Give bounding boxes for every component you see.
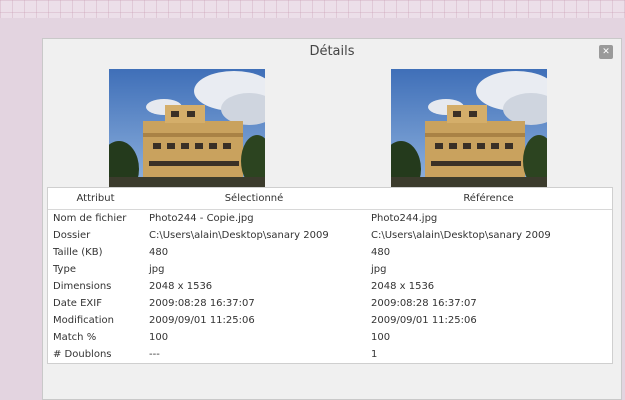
- selected-value-cell: Photo244 - Copie.jpg: [149, 213, 254, 224]
- selected-value-cell: 2048 x 1536: [149, 281, 213, 292]
- selected-photo-thumbnail: [109, 69, 265, 187]
- reference-value-cell: 480: [371, 247, 391, 258]
- table-row[interactable]: Match % 100 100: [48, 329, 612, 346]
- reference-value-cell: Photo244.jpg: [371, 213, 438, 224]
- reference-value-cell: 2048 x 1536: [371, 281, 435, 292]
- details-window: Détails ✕ Attribut Sélectionné Référence…: [42, 38, 622, 400]
- selected-value-cell: 2009/09/01 11:25:06: [149, 315, 255, 326]
- reference-value-cell: 100: [371, 332, 391, 343]
- reference-value-cell: 1: [371, 349, 378, 360]
- attribute-cell: Date EXIF: [53, 298, 102, 309]
- table-row[interactable]: Dossier C:\Users\alain\Desktop\sanary 20…: [48, 227, 612, 244]
- attribute-cell: # Doublons: [53, 349, 112, 360]
- selected-value-cell: 2009:08:28 16:37:07: [149, 298, 255, 309]
- attribute-cell: Nom de fichier: [53, 213, 127, 224]
- reference-value-cell: jpg: [371, 264, 387, 275]
- table-row[interactable]: Dimensions 2048 x 1536 2048 x 1536: [48, 278, 612, 295]
- attribute-cell: Type: [53, 264, 76, 275]
- table-row[interactable]: Modification 2009/09/01 11:25:06 2009/09…: [48, 312, 612, 329]
- selected-value-cell: C:\Users\alain\Desktop\sanary 2009: [149, 230, 329, 241]
- attribute-cell: Taille (KB): [53, 247, 103, 258]
- table-row[interactable]: # Doublons --- 1: [48, 346, 612, 363]
- column-header-selected[interactable]: Sélectionné: [143, 188, 365, 210]
- close-icon[interactable]: ✕: [599, 45, 613, 59]
- column-header-reference[interactable]: Référence: [365, 188, 612, 210]
- table-row[interactable]: Type jpg jpg: [48, 261, 612, 278]
- reference-value-cell: 2009/09/01 11:25:06: [371, 315, 477, 326]
- attribute-cell: Match %: [53, 332, 97, 343]
- attribute-cell: Modification: [53, 315, 114, 326]
- selected-value-cell: 100: [149, 332, 169, 343]
- table-row[interactable]: Date EXIF 2009:08:28 16:37:07 2009:08:28…: [48, 295, 612, 312]
- table-row[interactable]: Taille (KB) 480 480: [48, 244, 612, 261]
- selected-value-cell: jpg: [149, 264, 165, 275]
- window-title: Détails: [309, 44, 355, 59]
- selected-value-cell: ---: [149, 349, 160, 360]
- attribute-cell: Dimensions: [53, 281, 112, 292]
- attribute-cell: Dossier: [53, 230, 91, 241]
- table-header-row: Attribut Sélectionné Référence: [48, 188, 612, 210]
- reference-value-cell: C:\Users\alain\Desktop\sanary 2009: [371, 230, 551, 241]
- column-header-attribute[interactable]: Attribut: [48, 188, 143, 210]
- reference-photo-thumbnail: [391, 69, 547, 187]
- reference-value-cell: 2009:08:28 16:37:07: [371, 298, 477, 309]
- details-table: Attribut Sélectionné Référence Nom de fi…: [47, 187, 613, 364]
- table-row[interactable]: Nom de fichier Photo244 - Copie.jpg Phot…: [48, 210, 612, 228]
- selected-value-cell: 480: [149, 247, 169, 258]
